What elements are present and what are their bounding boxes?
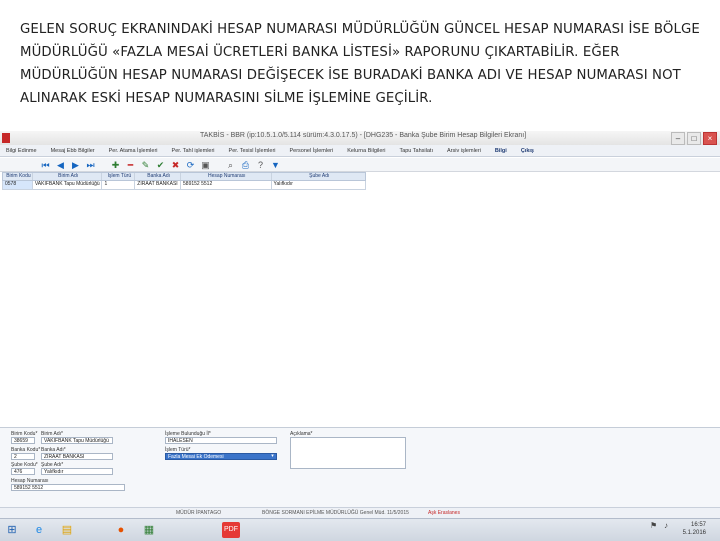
- filter-icon[interactable]: ▼: [270, 159, 281, 171]
- toolbar: ⏮ ◀ ▶ ⏭ ✚ ━ ✎ ✔ ✖ ⟳ ▣ ⌕ ⎙ ? ▼: [0, 158, 720, 172]
- status-user: MÜDÜR İPANTAGO: [176, 510, 222, 516]
- ie-icon[interactable]: e: [30, 522, 48, 538]
- menu-item[interactable]: Kelurna Bilgileri: [347, 145, 385, 156]
- app-icon[interactable]: ▦: [140, 522, 158, 538]
- save-icon[interactable]: ▣: [200, 159, 211, 171]
- pdf-icon[interactable]: PDF: [222, 522, 240, 538]
- window-titlebar: TAKBİS - BBR (ip:10.5.1.0/5.114 sürüm:4.…: [0, 131, 720, 146]
- birim-adi-field[interactable]: VAKIFBANK Tapu Müdürlüğü: [41, 437, 113, 444]
- table-cell: 589152 5512: [181, 181, 272, 189]
- table-cell: 0578: [3, 181, 33, 189]
- column-header[interactable]: Banka Adı: [135, 173, 182, 180]
- table-cell: ZİRAAT BANKASI: [135, 181, 182, 189]
- column-header[interactable]: Hesap Numarası: [181, 173, 272, 180]
- grid-header: Birim Kodu Birim Adı İşlem Türü Banka Ad…: [2, 172, 366, 181]
- hesap-no-field[interactable]: 589152 5512: [11, 484, 125, 491]
- table-cell: Yalıfkıdır: [273, 181, 293, 187]
- app-logo-icon: [2, 133, 10, 143]
- taskbar-clock[interactable]: 16:57 5.1.2016: [683, 521, 706, 537]
- menu-item[interactable]: Bilgi Edinme: [6, 145, 37, 156]
- menu-item-exit[interactable]: Çıkış: [521, 145, 534, 156]
- banka-kodu-field[interactable]: 2: [11, 453, 35, 460]
- delete-icon[interactable]: ━: [125, 159, 136, 171]
- close-icon[interactable]: ×: [703, 132, 717, 145]
- detail-form: Birim Kodu* 38659 Birim Adı* VAKIFBANK T…: [0, 427, 720, 508]
- menu-item[interactable]: Per. Atama İşlemleri: [109, 145, 158, 156]
- menu-item[interactable]: Tapu Tahsilatı: [399, 145, 433, 156]
- search-icon[interactable]: ⌕: [225, 159, 236, 171]
- volume-icon[interactable]: ♪: [664, 521, 668, 530]
- chevron-down-icon[interactable]: ▾: [269, 454, 276, 459]
- add-icon[interactable]: ✚: [110, 159, 121, 171]
- column-header[interactable]: Şube Adı: [272, 173, 365, 180]
- window-controls: – □ ×: [671, 132, 717, 145]
- slide-caption: GELEN SORUÇ EKRANINDAKİ HESAP NUMARASI M…: [20, 22, 700, 106]
- sube-kodu-field[interactable]: 476: [11, 468, 35, 475]
- menu-item[interactable]: Mesaj Ebb Bilgiler: [51, 145, 95, 156]
- confirm-icon[interactable]: ✔: [155, 159, 166, 171]
- aciklama-textarea[interactable]: [290, 437, 406, 469]
- flag-icon[interactable]: ⚑: [650, 521, 657, 530]
- minimize-icon[interactable]: –: [671, 132, 685, 145]
- print-icon[interactable]: ⎙: [240, 159, 251, 171]
- edit-icon[interactable]: ✎: [140, 159, 151, 171]
- menu-item[interactable]: Per. Tahl işlemleri: [172, 145, 215, 156]
- clock-time: 16:57: [690, 522, 706, 528]
- previous-record-icon[interactable]: ◀: [55, 159, 66, 171]
- last-record-icon[interactable]: ⏭: [85, 159, 96, 171]
- next-record-icon[interactable]: ▶: [70, 159, 81, 171]
- start-icon[interactable]: ⊞: [3, 522, 21, 538]
- islem-turu-value: Fazla Mesai Ek Ödemesi: [168, 454, 224, 460]
- banka-adi-field[interactable]: ZİRAAT BANKASI: [41, 453, 113, 460]
- column-header[interactable]: İşlem Türü: [102, 173, 136, 180]
- records-grid: Birim Kodu Birim Adı İşlem Türü Banka Ad…: [2, 172, 366, 190]
- status-extra: Aşk Eraslanes: [428, 510, 460, 516]
- refresh-icon[interactable]: ⟳: [185, 159, 196, 171]
- sube-adi-field[interactable]: Yalıfkıdır: [41, 468, 113, 475]
- menu-item-help[interactable]: Bilgi: [495, 145, 507, 156]
- status-unit: BÖNGE SORMANI EPİLME MÜDÜRLÜĞÜ Genel Müd…: [262, 510, 409, 516]
- help-icon[interactable]: ?: [255, 159, 266, 171]
- table-cell: VAKIFBANK Tapu Müdürlüğü: [33, 181, 103, 189]
- table-row[interactable]: 0578 VAKIFBANK Tapu Müdürlüğü 1 ZİRAAT B…: [2, 181, 366, 190]
- birim-kodu-field[interactable]: 38659: [11, 437, 35, 444]
- windows-taskbar: ⊞ e ▤ ● ▦ PDF ⚑ ♪ 16:57 5.1.2016: [0, 518, 720, 541]
- column-header[interactable]: Birim Kodu: [3, 173, 33, 180]
- menu-item[interactable]: Arsiv işlemleri: [447, 145, 481, 156]
- menu-bar: Bilgi Edinme Mesaj Ebb Bilgiler Per. Ata…: [0, 145, 720, 157]
- takbis-window: TAKBİS - BBR (ip:10.5.1.0/5.114 sürüm:4.…: [0, 131, 720, 541]
- sorumlu-field[interactable]: İHALESEN: [165, 437, 277, 444]
- column-header[interactable]: Birim Adı: [33, 173, 103, 180]
- menu-item[interactable]: Personel İşlemleri: [290, 145, 334, 156]
- table-cell: 1: [102, 181, 136, 189]
- cancel-icon[interactable]: ✖: [170, 159, 181, 171]
- menu-item[interactable]: Per. Tesisl İşlemleri: [229, 145, 276, 156]
- islem-turu-select[interactable]: Fazla Mesai Ek Ödemesi ▾: [165, 453, 277, 460]
- first-record-icon[interactable]: ⏮: [40, 159, 51, 171]
- window-title: TAKBİS - BBR (ip:10.5.1.0/5.114 sürüm:4.…: [200, 132, 527, 139]
- clock-date: 5.1.2016: [682, 530, 706, 536]
- folder-icon[interactable]: ▤: [58, 522, 76, 538]
- maximize-icon[interactable]: □: [687, 132, 701, 145]
- firefox-icon[interactable]: ●: [112, 522, 130, 538]
